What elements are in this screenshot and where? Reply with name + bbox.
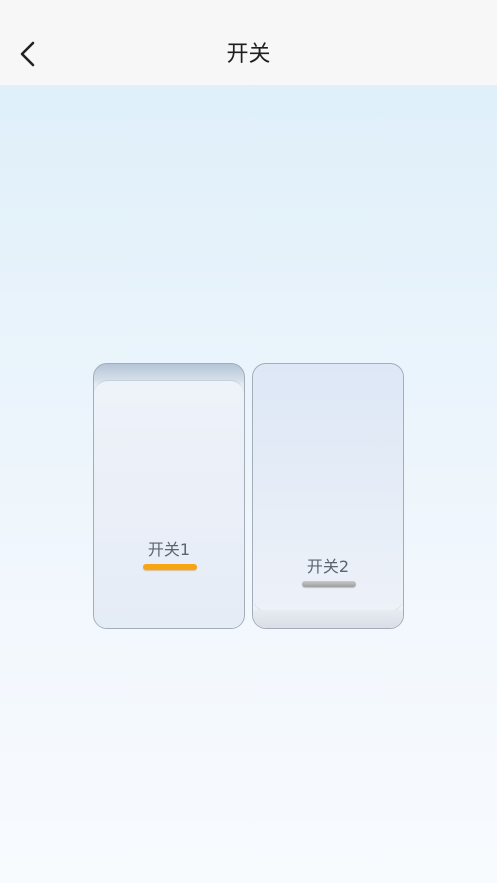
switch-1-indicator-on: [143, 564, 197, 570]
navigation-bar: 开关: [0, 0, 497, 85]
switch-1-rocker: [94, 380, 244, 628]
switch-2-label: 开关2: [306, 557, 350, 576]
switch-2-button[interactable]: 开关2: [252, 363, 404, 629]
switch-1-label: 开关1: [147, 540, 191, 559]
switch-screen: 开关 开关1 开关2: [0, 0, 497, 883]
switch-2-indicator-off: [302, 581, 356, 587]
page-title: 开关: [226, 42, 271, 67]
switch-2-base: [253, 610, 403, 628]
switch-1-button[interactable]: 开关1: [93, 363, 245, 629]
